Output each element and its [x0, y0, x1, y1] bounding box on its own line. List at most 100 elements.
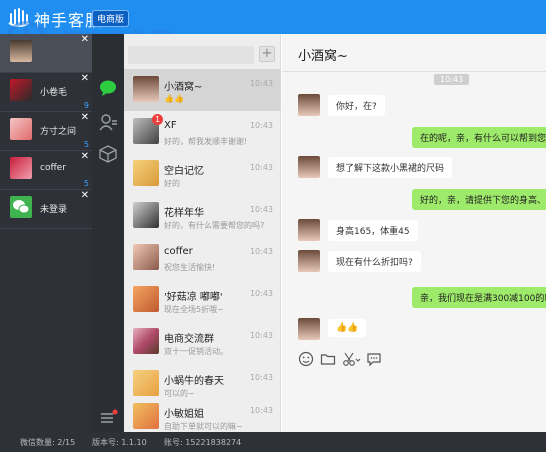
conversation-time: 10:43	[249, 289, 273, 298]
conversation-name: 小蜗牛的春天	[164, 376, 224, 387]
unread-badge: 1	[152, 114, 163, 125]
conversation-name: 电商交流群	[164, 334, 214, 345]
conversation-item[interactable]: 小酒窝~ 👍👍 10:43	[124, 69, 281, 111]
cube-icon[interactable]	[98, 144, 118, 164]
conversation-name: XF	[164, 120, 177, 131]
conversation-preview: 自助下单就可以的嘛~	[164, 422, 243, 431]
avatar	[10, 118, 32, 140]
conversation-time: 10:43	[249, 331, 273, 340]
conversation-time: 10:43	[249, 163, 273, 172]
avatar	[298, 219, 320, 241]
message-incoming: 👍👍	[328, 319, 367, 337]
conversation-name: 小敏姐姐	[164, 409, 204, 420]
account-name: 未登录	[40, 205, 68, 215]
conversation-name: 花样年华	[164, 208, 204, 219]
account-item-3[interactable]: coffer ✕ 5	[0, 151, 92, 190]
emoji-icon[interactable]	[298, 351, 314, 367]
wechat-icon	[10, 196, 32, 218]
conversation-time: 10:43	[249, 121, 273, 130]
chat-title: 小酒窝~	[298, 49, 348, 64]
conversation-preview: 现在全场5折哦~	[164, 305, 224, 314]
message-incoming: 想了解下这款小黑裙的尺码	[328, 157, 453, 178]
conversation-preview: 👍👍	[164, 94, 184, 103]
avatar	[133, 76, 159, 102]
account-name: 小卷毛	[40, 88, 68, 98]
avatar	[133, 403, 159, 429]
close-icon[interactable]: ✕	[81, 73, 89, 84]
avatar	[133, 202, 159, 228]
unread-count: 5	[83, 179, 89, 188]
close-icon[interactable]: ✕	[81, 112, 89, 123]
message-outgoing: 亲，我们现在是满300减100的哦	[412, 287, 546, 308]
timestamp: 10:43	[434, 74, 470, 85]
conversation-item[interactable]: 花样年华 好的，有什么需要帮您的吗? 10:43	[124, 195, 281, 237]
add-chat-button[interactable]: +	[259, 46, 275, 62]
nav-bar	[92, 34, 124, 432]
conversation-time: 10:43	[249, 406, 273, 415]
avatar	[298, 250, 320, 272]
account-item-2[interactable]: 方寸之间 ✕ 5	[0, 112, 92, 151]
conversation-item[interactable]: 空白记忆 好的 10:43	[124, 153, 281, 195]
account-item-4[interactable]: 未登录 ✕	[0, 190, 92, 229]
message-icon[interactable]	[366, 351, 382, 367]
account-name: coffer	[40, 163, 66, 173]
app-logo-icon	[8, 8, 30, 27]
close-icon[interactable]: ✕	[81, 190, 89, 201]
folder-icon[interactable]	[320, 351, 336, 367]
contacts-icon[interactable]	[98, 112, 118, 132]
conversation-name: coffer	[164, 246, 193, 257]
scissors-icon[interactable]	[342, 351, 362, 367]
conversation-item[interactable]: 1 XF 好的，帮我发顺丰谢谢! 10:43	[124, 111, 281, 153]
wechat-count: 微信数量: 2/15	[20, 438, 76, 447]
message-incoming: 现在有什么折扣吗?	[328, 251, 421, 272]
conversation-name: 小酒窝~	[164, 82, 203, 93]
conversation-name: 空白记忆	[164, 166, 204, 177]
avatar	[133, 244, 159, 270]
conversation-name: '好菇凉 嘟嘟'	[164, 292, 223, 303]
edition-badge: 电商版	[92, 10, 130, 27]
conversation-time: 10:43	[249, 205, 273, 214]
input-toolbar	[282, 345, 546, 373]
account-label: 账号: 15221838274	[164, 438, 242, 447]
message-incoming: 你好，在?	[328, 95, 385, 116]
conversation-preview: 祝您生活愉快!	[164, 263, 216, 272]
conversation-preview: 好的，有什么需要帮您的吗?	[164, 221, 265, 230]
conversation-preview: 好的，帮我发顺丰谢谢!	[164, 137, 248, 146]
avatar	[298, 318, 320, 340]
conversation-time: 10:43	[249, 373, 273, 382]
avatar	[298, 156, 320, 178]
title-bar: 神手客服 电商版	[0, 0, 546, 34]
chat-icon[interactable]	[98, 78, 118, 98]
avatar	[10, 157, 32, 179]
conversation-time: 10:43	[249, 79, 273, 88]
account-item-0[interactable]: ✕	[0, 34, 92, 73]
avatar	[133, 328, 159, 354]
search-input[interactable]	[128, 46, 254, 64]
close-icon[interactable]: ✕	[81, 151, 89, 162]
conversation-preview: 好的	[164, 179, 180, 188]
avatar	[298, 94, 320, 116]
unread-count: 9	[83, 101, 89, 110]
chat-header: 小酒窝~	[282, 34, 546, 72]
account-item-1[interactable]: 小卷毛 ✕ 9	[0, 73, 92, 112]
status-bar: 微信数量: 2/15 版本号: 1.1.10 账号: 15221838274	[0, 432, 546, 452]
avatar	[133, 286, 159, 312]
close-icon[interactable]: ✕	[81, 34, 89, 45]
conversation-item[interactable]: coffer 祝您生活愉快! 10:43	[124, 237, 281, 279]
avatar	[10, 40, 32, 62]
chat-panel: 小酒窝~ 10:43 你好，在? 在的呢，亲，有什么可以帮到您? 想了解下这款小…	[282, 34, 546, 432]
unread-count: 5	[83, 140, 89, 149]
account-sidebar: ✕ 小卷毛 ✕ 9 方寸之间 ✕ 5 coffer ✕ 5 未登录 ✕ +	[0, 34, 92, 452]
conversation-list: + 小酒窝~ 👍👍 10:43 1 XF 好的，帮我发顺丰谢谢! 10:43 空…	[124, 34, 281, 432]
conversation-time: 10:43	[249, 247, 273, 256]
avatar	[133, 370, 159, 396]
conversation-item[interactable]: 电商交流群 双十一促销活动。 10:43	[124, 321, 281, 363]
version-label: 版本号: 1.1.10	[92, 438, 147, 447]
menu-icon[interactable]	[98, 408, 118, 428]
conversation-item[interactable]: '好菇凉 嘟嘟' 现在全场5折哦~ 10:43	[124, 279, 281, 321]
message-outgoing: 好的，亲，请提供下您的身高、体重	[412, 189, 546, 210]
conversation-preview: 双十一促销活动。	[164, 347, 228, 356]
avatar	[10, 79, 32, 101]
message-outgoing: 在的呢，亲，有什么可以帮到您?	[412, 127, 546, 148]
message-incoming: 身高165，体重45	[328, 220, 418, 241]
